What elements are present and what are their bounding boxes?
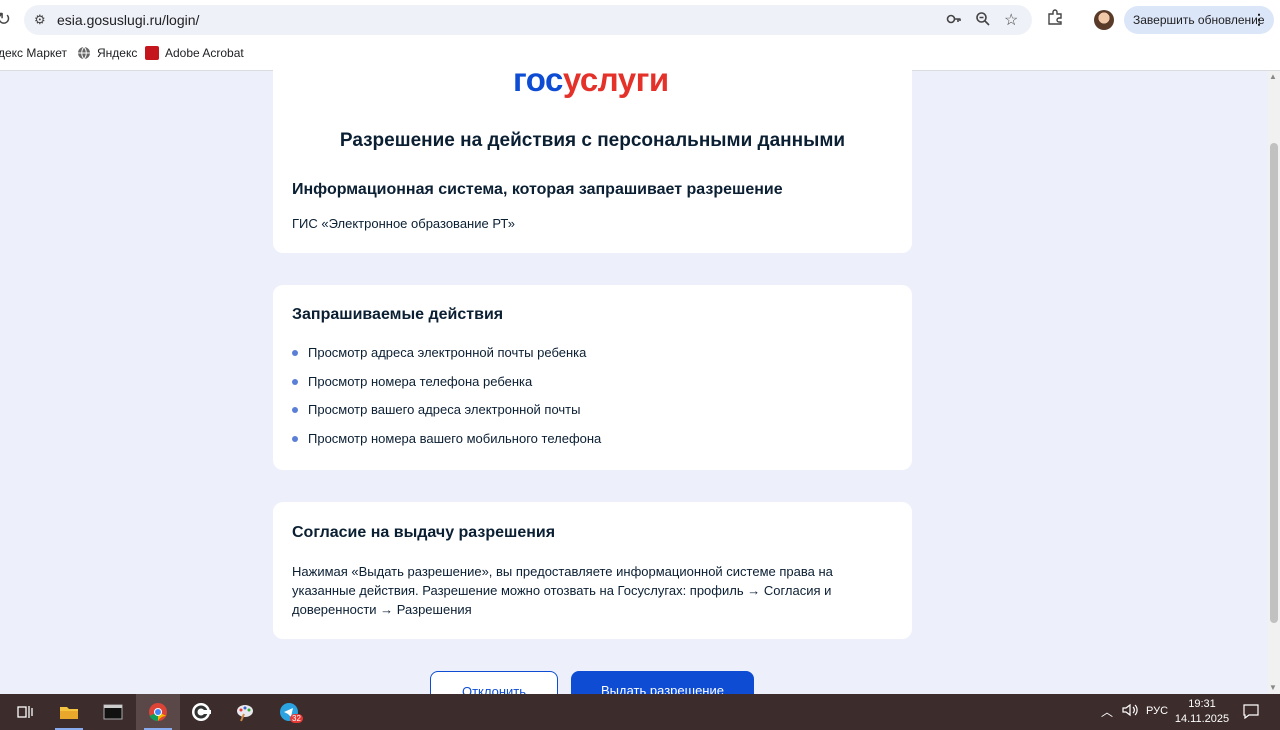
- logo-part-gos: гос: [513, 61, 563, 98]
- list-item: Просмотр номера вашего мобильного телефо…: [292, 431, 601, 446]
- bookmark-yandex[interactable]: Яндекс: [77, 46, 137, 60]
- page-title: Разрешение на действия с персональными д…: [339, 130, 846, 151]
- bookmark-label: Adobe Acrobat: [165, 46, 244, 60]
- chevron-up-icon[interactable]: ︿: [1101, 703, 1113, 720]
- logo-part-uslugi: услуги: [562, 61, 669, 98]
- finish-update-label: Завершить обновление: [1133, 13, 1265, 27]
- consent-text: Нажимая «Выдать разрешение», вы предоста…: [292, 564, 833, 617]
- consent-heading: Согласие на выдачу разрешения: [292, 524, 556, 541]
- task-view-icon[interactable]: [3, 694, 47, 730]
- clock-date: 14.11.2025: [1174, 713, 1230, 725]
- url-text[interactable]: esia.gosuslugi.ru/login/: [57, 12, 199, 28]
- chrome-icon[interactable]: [136, 694, 180, 730]
- bookmark-label: декс Маркет: [0, 46, 68, 60]
- bookmark-adobe-acrobat[interactable]: Adobe Acrobat: [145, 46, 244, 60]
- key-icon[interactable]: [946, 11, 962, 30]
- browser-toolbar: ↻ ⚙ esia.gosuslugi.ru/login/ ☆ Завершить…: [0, 0, 1280, 40]
- list-item: Просмотр номера телефона ребенка: [292, 374, 532, 389]
- app-c-icon[interactable]: [179, 694, 223, 730]
- list-item-text: Просмотр вашего адреса электронной почты: [308, 402, 581, 417]
- notifications-icon[interactable]: [1243, 704, 1259, 722]
- profile-avatar[interactable]: [1094, 10, 1114, 30]
- terminal-icon[interactable]: [91, 694, 135, 730]
- finish-update-button[interactable]: Завершить обновление ⋮: [1124, 6, 1274, 34]
- list-item-text: Просмотр номера вашего мобильного телефо…: [308, 431, 602, 446]
- clock-time: 19:31: [1188, 698, 1216, 710]
- bookmark-label: Яндекс: [97, 46, 138, 60]
- bullet-icon: [292, 349, 298, 356]
- volume-icon[interactable]: [1122, 703, 1138, 720]
- reload-icon[interactable]: ↻: [0, 9, 11, 30]
- clock[interactable]: 19:31 14.11.2025: [1172, 697, 1232, 727]
- list-item-text: Просмотр адреса электронной почты ребенк…: [308, 345, 587, 360]
- bookmark-star-icon[interactable]: ☆: [1004, 10, 1018, 30]
- bullet-icon: [292, 435, 298, 442]
- actions-heading: Запрашиваемые действия: [292, 306, 504, 323]
- bullet-icon: [292, 406, 298, 413]
- zoom-icon[interactable]: [975, 11, 991, 30]
- list-item: Просмотр адреса электронной почты ребенк…: [292, 345, 586, 360]
- scroll-down-icon[interactable]: ▼: [1269, 683, 1277, 692]
- scrollbar-thumb[interactable]: [1270, 143, 1278, 623]
- info-system-heading: Информационная система, которая запрашив…: [292, 181, 783, 198]
- telegram-badge: 32: [290, 714, 303, 723]
- menu-dots-icon[interactable]: ⋮: [1252, 11, 1266, 28]
- list-item: Просмотр вашего адреса электронной почты: [292, 402, 580, 417]
- taskbar: 32 ︿ РУС 19:31 14.11.2025: [0, 694, 1280, 730]
- file-explorer-icon[interactable]: [47, 694, 91, 730]
- scroll-up-icon[interactable]: ▲: [1269, 72, 1277, 81]
- globe-icon: [78, 46, 90, 60]
- paint-app-icon[interactable]: [223, 694, 267, 730]
- language-indicator[interactable]: РУС: [1146, 705, 1168, 717]
- address-bar[interactable]: ⚙ esia.gosuslugi.ru/login/ ☆: [24, 5, 1032, 35]
- gosuslugi-logo: госуслуги: [513, 62, 669, 98]
- extensions-icon[interactable]: [1047, 9, 1063, 30]
- site-settings-icon[interactable]: ⚙: [34, 12, 46, 28]
- bookmark-yandex-market[interactable]: декс Маркет: [0, 46, 67, 60]
- list-item-text: Просмотр номера телефона ребенка: [308, 374, 533, 389]
- adobe-acrobat-icon: [145, 46, 159, 60]
- info-system-name: ГИС «Электронное образование РТ»: [292, 216, 516, 231]
- telegram-icon[interactable]: 32: [267, 694, 311, 730]
- bullet-icon: [292, 378, 298, 385]
